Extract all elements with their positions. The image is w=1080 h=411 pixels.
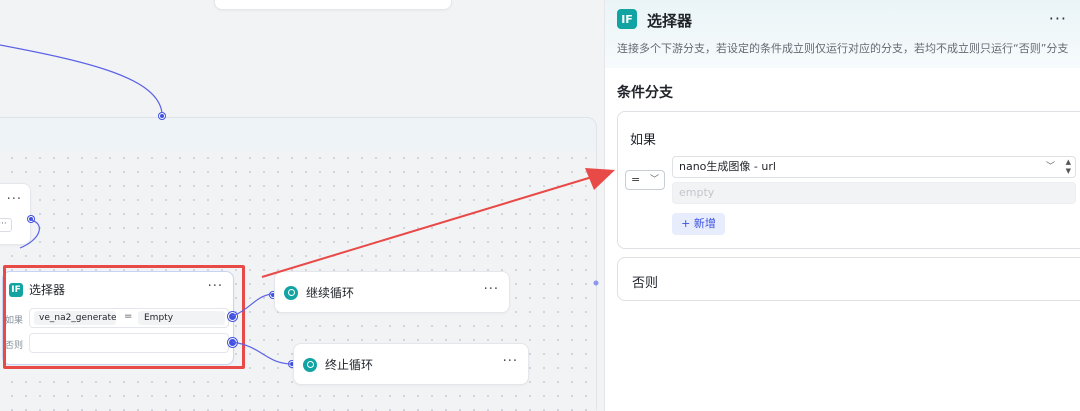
condition-value-input[interactable]: empty [672, 182, 1076, 204]
more-icon[interactable]: ··· [503, 354, 518, 369]
stop-loop-title: 终止循环 [325, 358, 374, 372]
more-icon[interactable]: ··· [484, 282, 499, 297]
if-branch-card: 如果 = ﹀ nano生成图像 - url ﹀ ▲ ▼ empty + 新增 [617, 111, 1080, 249]
more-icon[interactable]: ··· [7, 192, 22, 207]
continue-loop-header: 继续循环 [284, 284, 354, 301]
highlight-box [3, 265, 245, 369]
stop-icon [303, 357, 317, 372]
loop-input-handle[interactable] [159, 113, 165, 119]
continue-icon [284, 285, 298, 300]
workflow-canvas[interactable]: ··· ··· IF 选择器 ··· 如果 ve_na2_generate···… [0, 0, 604, 411]
stop-loop-node[interactable]: 终止循环 ··· [293, 343, 529, 385]
else-card-label: 否则 [632, 276, 659, 291]
if-card-label: 如果 [630, 133, 657, 148]
continue-loop-title: 继续循环 [306, 286, 355, 300]
variable-select[interactable]: nano生成图像 - url ﹀ ▲ ▼ [672, 156, 1076, 178]
more-icon[interactable]: ··· [1049, 9, 1067, 28]
partial-node[interactable]: ··· ··· [0, 183, 31, 245]
continue-loop-node[interactable]: 继续循环 ··· [274, 271, 510, 313]
else-branch-card: 否则 [617, 257, 1080, 301]
properties-panel: IF 选择器 ··· 连接多个下游分支，若设定的条件成立则仅运行对应的分支，若均… [604, 0, 1080, 411]
mini-tag: ··· [0, 218, 12, 232]
if-icon: IF [617, 9, 637, 29]
stop-loop-header: 终止循环 [303, 356, 373, 373]
variable-value: nano生成图像 - url [679, 160, 776, 173]
add-condition-button[interactable]: + 新增 [672, 213, 725, 235]
chevron-down-icon: ﹀ [649, 175, 659, 185]
operator-select[interactable]: = ﹀ [625, 170, 665, 190]
chevron-down-icon: ﹀ [1045, 162, 1055, 172]
upstream-node[interactable] [214, 0, 452, 10]
panel-header: IF 选择器 ··· 连接多个下游分支，若设定的条件成立则仅运行对应的分支，若均… [605, 0, 1080, 68]
panel-description: 连接多个下游分支，若设定的条件成立则仅运行对应的分支，若均不成立则只运行“否则”… [617, 42, 1069, 55]
section-title: 条件分支 [617, 85, 673, 101]
operator-value: = [631, 173, 641, 186]
stepper-icon[interactable]: ▲ ▼ [1066, 158, 1071, 176]
panel-title[interactable]: 选择器 [647, 10, 692, 31]
partial-output-handle[interactable] [28, 216, 34, 222]
